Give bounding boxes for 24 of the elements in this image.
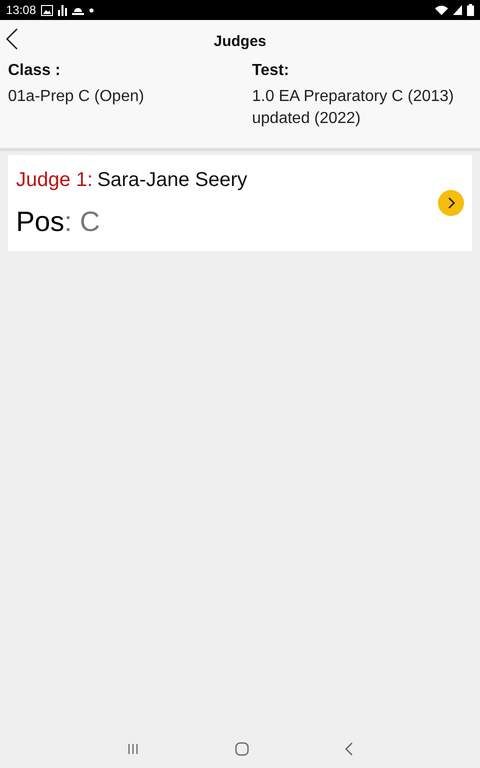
field-value: 01a-Prep C (Open) [8,87,146,107]
back-icon[interactable] [345,742,353,756]
judge-card[interactable]: Judge 1: Sara-Jane Seery Pos: C [8,155,472,251]
field-label: Test: [252,62,290,80]
recent-apps-icon[interactable] [127,743,139,755]
signal-icon [453,5,462,15]
home-icon[interactable] [235,742,249,756]
dot-icon [89,8,94,12]
page-title: Judges [214,32,266,50]
judge-label: Judge 1: [16,168,93,190]
back-button[interactable] [6,28,18,50]
position-value: : C [64,206,100,236]
status-time: 13:08 [6,3,36,17]
field-value: 1.0 EA Preparatory C (2013) updated (2022) [252,87,455,129]
battery-icon [467,4,474,16]
chevron-left-icon [6,28,18,50]
field-label: Class : [8,62,62,80]
chart-icon [58,4,68,16]
weather-icon [72,5,84,15]
wifi-icon [435,5,448,15]
image-icon [41,4,54,16]
judge-name: Sara-Jane Seery [97,168,248,190]
position-label: Pos [16,206,64,236]
chevron-right-icon[interactable] [438,190,464,216]
